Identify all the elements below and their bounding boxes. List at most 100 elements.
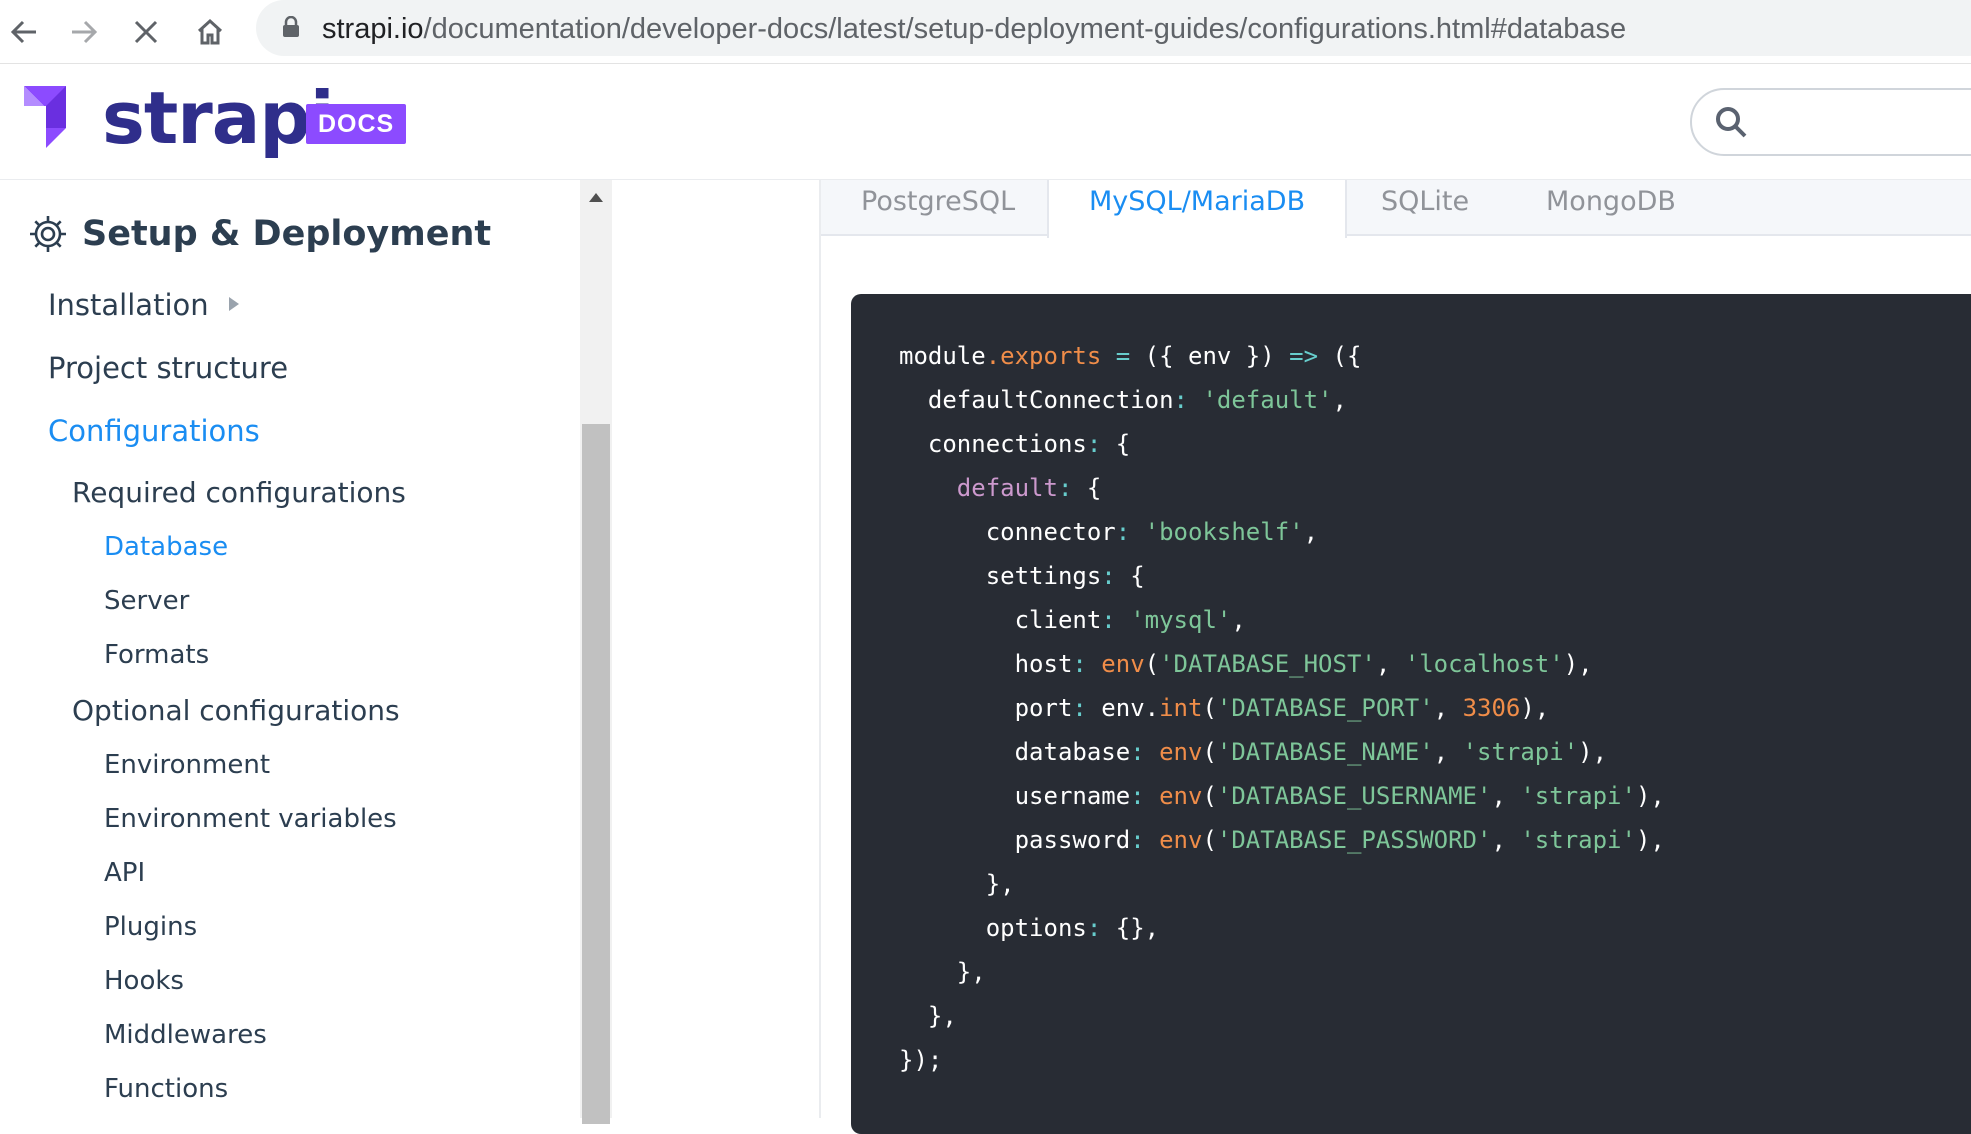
address-bar[interactable]: strapi.io/documentation/developer-docs/l… bbox=[256, 0, 1971, 56]
tab-sqlite[interactable]: SQLite bbox=[1381, 180, 1469, 236]
code-token: : bbox=[1101, 562, 1116, 590]
sidebar-item-plugins[interactable]: Plugins bbox=[104, 912, 197, 942]
code-token: , bbox=[1491, 826, 1521, 854]
code-token: {}, bbox=[1101, 914, 1160, 942]
code-token: 'strapi' bbox=[1520, 826, 1636, 854]
code-token: ({ bbox=[1318, 342, 1362, 370]
code-token: 'DATABASE_HOST' bbox=[1159, 650, 1376, 678]
sidebar-item-api[interactable]: API bbox=[104, 858, 145, 888]
sidebar-section-title: Setup & Deployment bbox=[82, 214, 492, 254]
sidebar-item-database[interactable]: Database bbox=[104, 532, 228, 562]
code-token: 'mysql' bbox=[1130, 606, 1232, 634]
code-token: }, bbox=[899, 1002, 957, 1030]
code-token: 'DATABASE_USERNAME' bbox=[1216, 782, 1492, 810]
code-token: default bbox=[956, 474, 1058, 502]
sidebar-item-environment-variables[interactable]: Environment variables bbox=[104, 804, 397, 834]
stop-button[interactable] bbox=[122, 8, 170, 56]
sidebar-scrollbar-thumb[interactable] bbox=[582, 424, 610, 1124]
code-token: connector bbox=[899, 518, 1116, 546]
sidebar-scrollbar[interactable] bbox=[580, 180, 612, 1124]
code-token: ), bbox=[1578, 738, 1608, 766]
code-token: : bbox=[1115, 518, 1131, 546]
search-input[interactable] bbox=[1762, 98, 1971, 146]
code-token: 'DATABASE_PASSWORD' bbox=[1216, 826, 1492, 854]
expand-arrow-icon bbox=[228, 297, 239, 311]
code-token: { bbox=[1072, 474, 1102, 502]
code-token: : bbox=[1130, 782, 1145, 810]
tab-mongodb[interactable]: MongoDB bbox=[1546, 180, 1676, 236]
home-button[interactable] bbox=[186, 8, 234, 56]
code-block[interactable]: module.exports = ({ env }) => ({ default… bbox=[851, 294, 1971, 1134]
lock-icon bbox=[283, 16, 299, 37]
code-token: : bbox=[1072, 650, 1087, 678]
code-line: host: env('DATABASE_HOST', 'localhost'), bbox=[899, 642, 1665, 686]
code-line: username: env('DATABASE_USERNAME', 'stra… bbox=[899, 774, 1665, 818]
sidebar-item-configurations[interactable]: Configurations bbox=[48, 414, 260, 448]
code-token: options bbox=[899, 914, 1087, 942]
code-content: module.exports = ({ env }) => ({ default… bbox=[899, 334, 1665, 1082]
scroll-up-arrow-icon[interactable] bbox=[588, 192, 604, 204]
back-button[interactable] bbox=[0, 8, 48, 56]
code-token: ( bbox=[1202, 782, 1217, 810]
sidebar-item-hooks[interactable]: Hooks bbox=[104, 966, 184, 996]
code-token: 'strapi' bbox=[1462, 738, 1579, 766]
code-line: port: env.int('DATABASE_PORT', 3306), bbox=[899, 686, 1665, 730]
code-token: env bbox=[1101, 650, 1145, 678]
code-token: }); bbox=[899, 1046, 943, 1074]
sidebar-item-required-configurations[interactable]: Required configurations bbox=[72, 476, 406, 509]
sidebar-item-middlewares[interactable]: Middlewares bbox=[104, 1020, 267, 1050]
code-token: database bbox=[899, 738, 1131, 766]
code-token: : bbox=[1130, 738, 1145, 766]
code-token: env bbox=[1159, 826, 1203, 854]
sidebar-item-installation[interactable]: Installation bbox=[48, 288, 239, 322]
code-token: : bbox=[1086, 430, 1102, 458]
code-line: module.exports = ({ env }) => ({ bbox=[899, 334, 1665, 378]
forward-button[interactable] bbox=[60, 8, 108, 56]
code-token: , bbox=[1375, 650, 1405, 678]
code-token: { bbox=[1101, 430, 1131, 458]
home-icon bbox=[197, 18, 223, 45]
code-token: client bbox=[899, 606, 1102, 634]
database-tabs: PostgreSQL MySQL/MariaDB SQLite MongoDB bbox=[821, 180, 1971, 238]
code-token: host bbox=[899, 650, 1073, 678]
code-token: 'DATABASE_NAME' bbox=[1216, 738, 1434, 766]
code-token: int bbox=[1159, 694, 1203, 722]
content-divider bbox=[819, 180, 821, 1118]
code-line: connections: { bbox=[899, 422, 1665, 466]
code-line: client: 'mysql', bbox=[899, 598, 1665, 642]
code-token: env bbox=[1159, 782, 1203, 810]
code-token: { bbox=[1115, 562, 1145, 590]
sidebar-item-functions[interactable]: Functions bbox=[104, 1074, 228, 1104]
code-token: , bbox=[1433, 694, 1463, 722]
sidebar-section-heading: Setup & Deployment bbox=[28, 214, 491, 254]
sidebar-item-formats[interactable]: Formats bbox=[104, 640, 209, 670]
code-token: ), bbox=[1635, 826, 1665, 854]
code-line: default: { bbox=[899, 466, 1665, 510]
sidebar-item-project-structure[interactable]: Project structure bbox=[48, 351, 288, 385]
code-token: = bbox=[1115, 342, 1131, 370]
code-token: }, bbox=[899, 870, 1015, 898]
tab-postgresql[interactable]: PostgreSQL bbox=[861, 180, 1015, 236]
code-line: }, bbox=[899, 862, 1665, 906]
logo-text: strapi bbox=[102, 76, 335, 160]
url-text: strapi.io/documentation/developer-docs/l… bbox=[322, 13, 1626, 46]
code-token: 'localhost' bbox=[1404, 650, 1564, 678]
code-token: : bbox=[1057, 474, 1073, 502]
sidebar-item-server[interactable]: Server bbox=[104, 586, 189, 616]
code-token: : bbox=[1130, 826, 1145, 854]
code-token: ), bbox=[1563, 650, 1593, 678]
search-box[interactable] bbox=[1690, 88, 1971, 156]
sidebar-item-environment[interactable]: Environment bbox=[104, 750, 270, 780]
code-line: connector: 'bookshelf', bbox=[899, 510, 1665, 554]
url-path: /documentation/developer-docs/latest/set… bbox=[423, 13, 1627, 45]
code-token: : bbox=[1173, 386, 1188, 414]
code-token: ( bbox=[1202, 738, 1217, 766]
code-token: ( bbox=[1144, 650, 1160, 678]
sidebar-item-optional-configurations[interactable]: Optional configurations bbox=[72, 694, 400, 727]
code-token: ), bbox=[1520, 694, 1550, 722]
tab-mysql-mariadb[interactable]: MySQL/MariaDB bbox=[1047, 180, 1348, 238]
code-token: 'bookshelf' bbox=[1144, 518, 1304, 546]
